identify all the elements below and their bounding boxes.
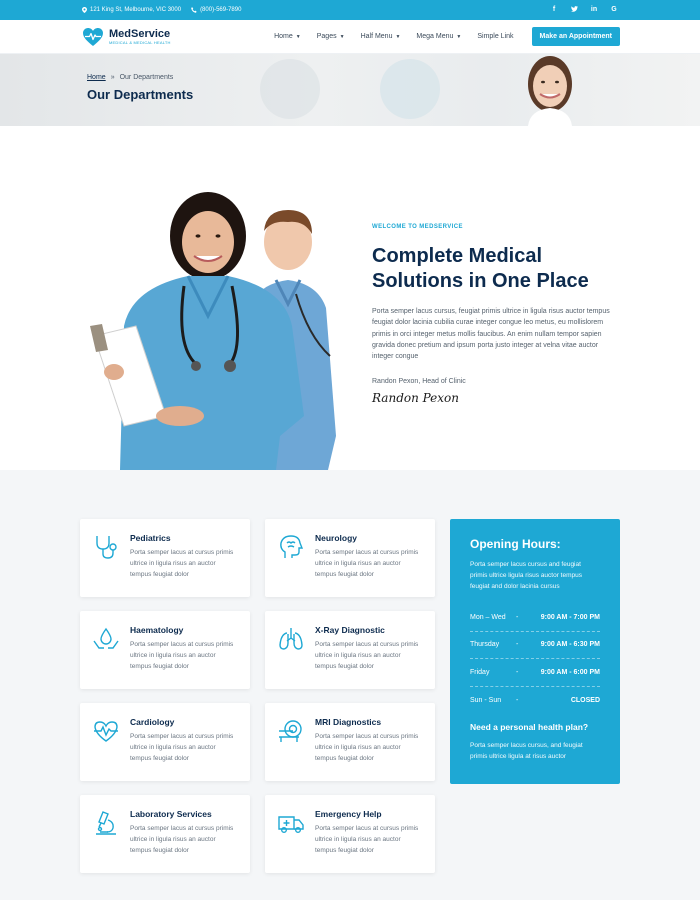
nav-item-home[interactable]: Home ▼ bbox=[274, 33, 301, 40]
social-links: f in G bbox=[550, 6, 618, 14]
brand-name: MedService bbox=[109, 27, 171, 40]
chevron-down-icon: ▼ bbox=[295, 33, 301, 40]
head-brain-icon bbox=[280, 535, 304, 558]
department-card-emergency[interactable]: Emergency Help Porta semper lacus at cur… bbox=[265, 795, 435, 873]
microscope-icon bbox=[96, 811, 116, 835]
opening-hours-desc: Porta semper lacus cursus and feugiat pr… bbox=[470, 561, 582, 590]
nav-item-half-menu[interactable]: Half Menu ▼ bbox=[361, 33, 401, 40]
department-title: Pediatrics bbox=[130, 533, 171, 543]
make-appointment-button[interactable]: Make an Appointment bbox=[531, 27, 620, 46]
department-title: Neurology bbox=[315, 533, 358, 543]
breadcrumb-separator: » bbox=[110, 74, 115, 81]
about-section: WELCOME TO MEDSERVICE Complete Medical S… bbox=[0, 126, 700, 470]
facebook-icon[interactable]: f bbox=[550, 6, 558, 14]
department-title: Cardiology bbox=[130, 717, 175, 727]
doctors-photo bbox=[90, 192, 336, 470]
map-pin-icon bbox=[82, 7, 87, 13]
health-plan-heading: Need a personal health plan? bbox=[470, 722, 589, 732]
department-card-neurology[interactable]: Neurology Porta semper lacus at cursus p… bbox=[265, 519, 435, 597]
departments-section: Pediatrics Porta semper lacus at cursus … bbox=[0, 470, 700, 900]
department-card-mri[interactable]: MRI Diagnostics Porta semper lacus at cu… bbox=[265, 703, 435, 781]
ambulance-icon bbox=[278, 816, 304, 834]
opening-hours-panel: Opening Hours: Porta semper lacus cursus… bbox=[450, 519, 620, 784]
top-info-bar: 121 King St, Melbourne, VIC 3000 (800)-5… bbox=[0, 0, 700, 20]
blood-drop-hands-icon bbox=[93, 627, 119, 649]
background-figure bbox=[260, 59, 320, 119]
hours-row: Mon – Wed -9:00 AM - 7:00 PM bbox=[470, 604, 600, 632]
heart-pulse-icon bbox=[94, 721, 118, 742]
site-logo[interactable]: MedService MEDICAL & MEDICAL HEALTH bbox=[82, 27, 171, 47]
department-card-cardiology[interactable]: Cardiology Porta semper lacus at cursus … bbox=[80, 703, 250, 781]
phone-text: (800)-569-7890 bbox=[200, 7, 242, 13]
department-card-xray[interactable]: X-Ray Diagnostic Porta semper lacus at c… bbox=[265, 611, 435, 689]
chevron-down-icon: ▼ bbox=[339, 33, 345, 40]
nav-item-simple-link[interactable]: Simple Link bbox=[477, 33, 513, 40]
opening-hours-title: Opening Hours: bbox=[470, 537, 561, 551]
about-content: WELCOME TO MEDSERVICE Complete Medical S… bbox=[372, 224, 612, 405]
about-heading: Complete Medical Solutions in One Place bbox=[372, 245, 589, 292]
breadcrumb-current: Our Departments bbox=[119, 74, 174, 81]
heart-logo-icon bbox=[83, 27, 103, 46]
department-title: Laboratory Services bbox=[130, 809, 212, 819]
about-paragraph: Porta semper lacus cursus, feugiat primi… bbox=[372, 308, 610, 361]
signer-name: Randon Pexon, Head of Clinic bbox=[372, 378, 466, 386]
signature-image: Randon Pexon bbox=[372, 391, 459, 406]
address-text: 121 King St, Melbourne, VIC 3000 bbox=[90, 7, 182, 13]
department-desc: Porta semper lacus at cursus primis ultr… bbox=[315, 733, 419, 762]
nav-item-mega-menu[interactable]: Mega Menu ▼ bbox=[416, 33, 461, 40]
brand-tagline: MEDICAL & MEDICAL HEALTH bbox=[109, 39, 171, 45]
address-item: 121 King St, Melbourne, VIC 3000 bbox=[82, 7, 181, 13]
nav-item-pages[interactable]: Pages ▼ bbox=[317, 33, 345, 40]
hours-row: Sun - Sun - CLOSED bbox=[470, 696, 600, 704]
department-card-laboratory[interactable]: Laboratory Services Porta semper lacus a… bbox=[80, 795, 250, 873]
stethoscope-icon bbox=[96, 536, 117, 559]
twitter-icon[interactable] bbox=[570, 6, 578, 14]
lungs-icon bbox=[279, 628, 303, 650]
department-title: Emergency Help bbox=[315, 809, 382, 819]
phone-icon bbox=[191, 7, 197, 13]
nav-menu: Home ▼ Pages ▼ Half Menu ▼ Mega Menu ▼ Simpl… bbox=[258, 27, 620, 46]
background-figure bbox=[380, 59, 440, 119]
department-desc: Porta semper lacus at cursus primis ultr… bbox=[315, 641, 419, 670]
department-desc: Porta semper lacus at cursus primis ultr… bbox=[130, 549, 234, 578]
main-navigation: MedService MEDICAL & MEDICAL HEALTH Home… bbox=[0, 20, 700, 54]
breadcrumb-home-link[interactable]: Home bbox=[87, 74, 106, 81]
department-title: Haematology bbox=[130, 625, 184, 635]
page-header-banner: Home » Our Departments Our Departments bbox=[0, 54, 700, 126]
department-desc: Porta semper lacus at cursus primis ultr… bbox=[130, 641, 234, 670]
department-card-pediatrics[interactable]: Pediatrics Porta semper lacus at cursus … bbox=[80, 519, 250, 597]
department-desc: Porta semper lacus at cursus primis ultr… bbox=[315, 549, 419, 578]
department-desc: Porta semper lacus at cursus primis ultr… bbox=[130, 825, 234, 854]
hours-row: Friday -9:00 AM - 6:00 PM bbox=[470, 659, 600, 687]
hours-table: Mon – Wed -9:00 AM - 7:00 PM Thursday -9:0… bbox=[470, 604, 600, 714]
chevron-down-icon: ▼ bbox=[456, 33, 462, 40]
department-card-haematology[interactable]: Haematology Porta semper lacus at cursus… bbox=[80, 611, 250, 689]
health-plan-desc: Porta semper lacus cursus, and feugiat p… bbox=[470, 742, 583, 760]
department-title: X-Ray Diagnostic bbox=[315, 625, 385, 635]
mri-scanner-icon bbox=[279, 720, 302, 742]
google-icon[interactable]: G bbox=[610, 6, 618, 14]
department-desc: Porta semper lacus at cursus primis ultr… bbox=[130, 733, 234, 762]
department-desc: Porta semper lacus at cursus primis ultr… bbox=[315, 825, 419, 854]
section-eyebrow: WELCOME TO MEDSERVICE bbox=[372, 224, 463, 230]
chevron-down-icon: ▼ bbox=[395, 33, 401, 40]
doctor-portrait-image bbox=[528, 56, 572, 126]
hours-row: Thursday -9:00 AM - 6:30 PM bbox=[470, 632, 600, 659]
department-title: MRI Diagnostics bbox=[315, 717, 382, 727]
linkedin-icon[interactable]: in bbox=[590, 6, 598, 14]
phone-item: (800)-569-7890 bbox=[191, 7, 241, 13]
